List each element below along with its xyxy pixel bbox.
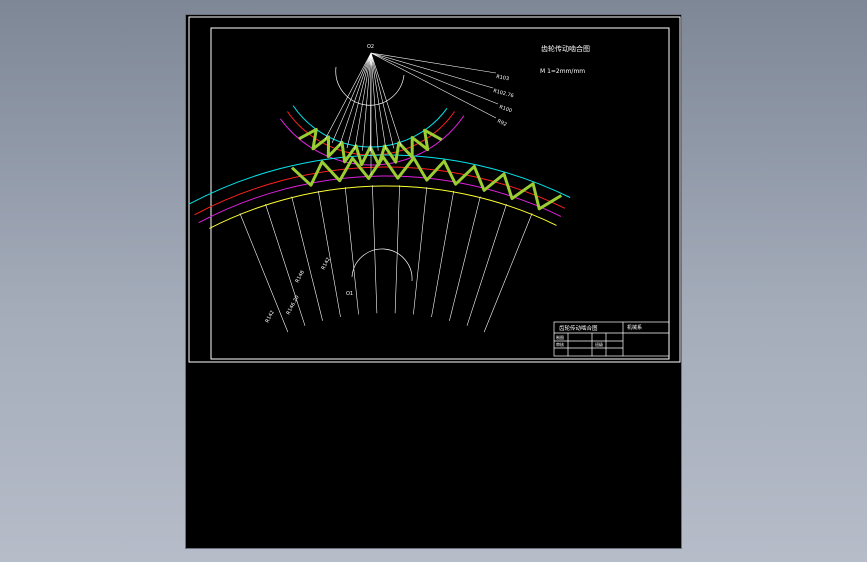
title-block-dept: 机械系 <box>627 324 642 331</box>
title-block-name: 齿轮传动啮合图 <box>559 324 598 332</box>
gear-rotation-arrow <box>351 248 413 282</box>
gear-construction-line <box>483 213 533 333</box>
gear-construction-line <box>466 204 507 326</box>
pinion-construction-line <box>339 52 372 146</box>
gear-radius-label: R142 <box>320 257 331 271</box>
gear-construction-line <box>413 187 428 315</box>
gear-base-arc <box>209 185 557 229</box>
outer-border <box>188 16 681 363</box>
drawing-viewport[interactable]: 齿轮传动啮合图 M 1=2mm/mm O2 O1 R103 R102.76 R1… <box>185 14 682 549</box>
pinion-construction-line <box>362 52 372 151</box>
gear-teeth-profile <box>290 155 563 211</box>
gear-construction-line <box>394 185 400 314</box>
pinion-construction-line <box>370 52 402 147</box>
scale-note: M 1=2mm/mm <box>540 68 585 75</box>
pinion-leader-line <box>370 52 494 89</box>
inner-border <box>210 27 670 360</box>
pinion-construction-line <box>324 52 372 140</box>
title-block-class: 班级 <box>595 341 603 347</box>
drawing-title: 齿轮传动啮合图 <box>541 44 590 53</box>
pinion-radius-label: R100 <box>498 104 512 114</box>
gear-construction-line <box>265 204 306 326</box>
cad-drawing-sheet: 齿轮传动啮合图 M 1=2mm/mm O2 O1 R103 R102.76 R1… <box>188 16 681 363</box>
gear-construction-line <box>449 196 481 321</box>
gear-construction-line <box>318 190 341 318</box>
gear-radius-label: R148 <box>294 270 305 284</box>
gear-radius-label: R142 <box>264 310 275 324</box>
title-block-checked: 审核 <box>556 341 564 347</box>
pinion-construction-line <box>354 52 372 150</box>
pinion-radius-label: R102.76 <box>492 88 514 99</box>
pinion-radius-label: R103 <box>496 74 510 82</box>
gear-construction-line <box>239 213 289 333</box>
title-block-drawn: 制图 <box>556 334 564 340</box>
pinion-construction-line <box>370 52 387 150</box>
pinion-radius-label: R92 <box>496 118 507 128</box>
pinion-center-label: O2 <box>367 44 374 50</box>
pinion-leader-line <box>370 52 499 105</box>
gear-construction-line <box>431 190 454 318</box>
gear-center-label: O1 <box>346 291 353 297</box>
